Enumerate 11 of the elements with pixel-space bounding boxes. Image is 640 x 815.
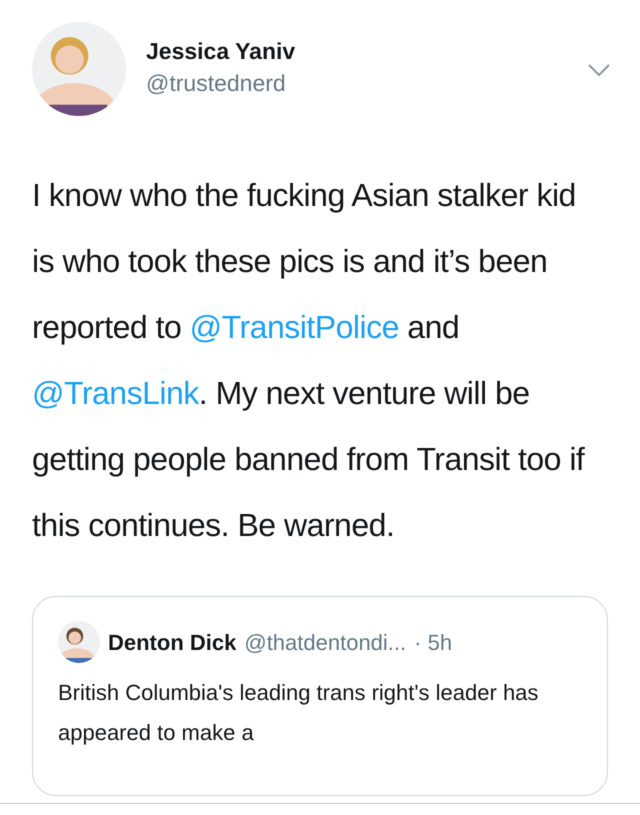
mention-link[interactable]: @TransitPolice xyxy=(190,309,399,345)
mention-link[interactable]: @TransLink xyxy=(32,375,199,411)
quoted-tweet-time: · 5h xyxy=(414,628,452,656)
chevron-down-icon[interactable] xyxy=(588,64,610,77)
author-handle: @trustednerd xyxy=(146,69,287,98)
tweet-text: I know who the fucking Asian stalker kid is who took these pics is and it’s been reported to @TransitPolice and @TransLink. My next venture will be getting people banned from Transit too if this continues. Be warned. xyxy=(32,176,586,545)
quoted-tweet-text: British Columbia's leading trans right's leader has appeared to make a xyxy=(58,679,540,747)
quoted-author-name: Denton Dick xyxy=(108,628,236,656)
quoted-tweet-card[interactable]: Denton Dick @thatdentondi... · 5h British Columbia's leading trans right's leader has appeared to make a xyxy=(32,596,608,796)
quoted-author-handle: @thatdentondi... xyxy=(244,628,406,656)
author-name: Jessica Yaniv xyxy=(146,37,296,66)
